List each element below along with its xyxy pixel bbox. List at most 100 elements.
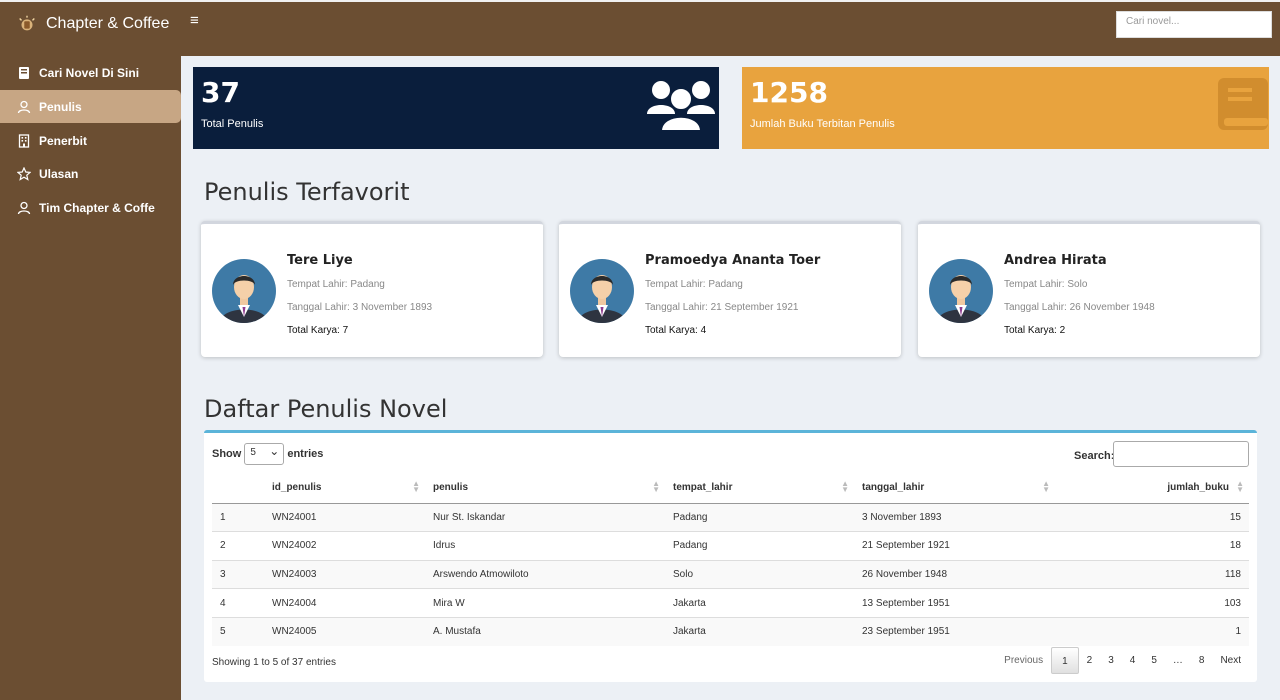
cell-id-penulis: WN24003 [264,559,425,589]
entries-label: entries [287,448,324,460]
cell-penulis: A. Mustafa [425,616,665,646]
author-card: Pramoedya Ananta Toer Tempat Lahir: Pada… [559,221,901,357]
cell-index: 5 [212,616,264,646]
building-icon [18,133,30,148]
page-length-value: 5 [250,447,256,458]
sort-icon: ▲ ▼ [1236,479,1244,494]
pagination-page-5[interactable]: 5 [1143,647,1165,674]
pagination-page-2[interactable]: 2 [1079,647,1101,674]
star-icon [17,166,31,181]
stat-value: 1258 [750,76,828,109]
cell-penulis: Nur St. Iskandar [425,502,665,532]
brand-name: Chapter & Coffee [46,15,170,32]
table-row: 1 WN24001 Nur St. Iskandar Padang 3 Nove… [212,502,1249,532]
column-header-id-penulis[interactable]: id_penulis ▲ ▼ [264,473,425,504]
author-name: Pramoedya Ananta Toer [645,253,821,268]
pagination-page-3[interactable]: 3 [1100,647,1122,674]
sort-icon: ▲ ▼ [841,479,849,494]
cell-tempat-lahir: Jakarta [665,588,854,618]
cell-jumlah-buku: 15 [1055,502,1249,532]
cell-tanggal-lahir: 21 September 1921 [854,531,1055,561]
pagination-previous[interactable]: Previous [996,647,1051,674]
stat-label: Jumlah Buku Terbitan Penulis [750,118,895,130]
cell-jumlah-buku: 118 [1055,559,1249,589]
cell-tanggal-lahir: 13 September 1951 [854,588,1055,618]
user-icon [17,100,31,113]
sidebar-item-penulis[interactable]: Penulis [0,90,181,123]
sort-icon: ▲ ▼ [1042,479,1050,494]
stat-value: 37 [201,76,240,109]
column-header-index[interactable] [212,473,264,504]
avatar [570,259,634,323]
table-row: 5 WN24005 A. Mustafa Jakarta 23 Septembe… [212,616,1249,646]
book-icon [1218,78,1268,130]
sidebar-item-label: Tim Chapter & Coffe [39,200,155,215]
author-name: Andrea Hirata [1004,253,1107,268]
cell-tempat-lahir: Padang [665,502,854,532]
table-search-label: Search: [1074,450,1115,462]
table-row: 2 WN24002 Idrus Padang 21 September 1921… [212,531,1249,561]
column-header-penulis[interactable]: penulis ▲ ▼ [425,473,665,504]
sidebar-item-cari-novel[interactable]: Cari Novel Di Sini [0,56,181,89]
sidebar-item-label: Penerbit [39,133,88,148]
author-birthdate: Tanggal Lahir: 21 September 1921 [645,302,799,313]
cell-tempat-lahir: Jakarta [665,616,854,646]
stat-label: Total Penulis [201,118,264,130]
author-name: Tere Liye [287,253,353,268]
author-birthplace: Tempat Lahir: Solo [1004,279,1088,290]
pagination-next[interactable]: Next [1212,647,1249,674]
sidebar-item-penerbit[interactable]: Penerbit [0,124,181,157]
cell-penulis: Idrus [425,531,665,561]
pagination-page-4[interactable]: 4 [1122,647,1144,674]
top-navbar: Chapter & Coffee ≡ Cari novel... [0,0,1280,56]
column-header-tanggal-lahir[interactable]: tanggal_lahir ▲ ▼ [854,473,1055,504]
cell-jumlah-buku: 18 [1055,531,1249,561]
table-row: 3 WN24003 Arswendo Atmowiloto Solo 26 No… [212,559,1249,589]
table-row: 4 WN24004 Mira W Jakarta 13 September 19… [212,588,1249,618]
avatar [212,259,276,323]
cell-penulis: Mira W [425,588,665,618]
column-header-tempat-lahir[interactable]: tempat_lahir ▲ ▼ [665,473,854,504]
sidebar-item-label: Ulasan [39,166,79,181]
author-birthdate: Tanggal Lahir: 26 November 1948 [1004,302,1155,313]
stat-box-jumlah-buku: 1258 Jumlah Buku Terbitan Penulis [742,67,1269,149]
sort-icon: ▲ ▼ [652,479,660,494]
coffee-logo-icon [19,15,35,31]
brand[interactable]: Chapter & Coffee [16,12,169,36]
sidebar-item-tim[interactable]: Tim Chapter & Coffe [0,191,181,224]
stat-box-total-penulis: 37 Total Penulis [193,67,719,149]
book-icon [19,66,29,79]
section-title-author-list: Daftar Penulis Novel [204,395,448,423]
author-card: Andrea Hirata Tempat Lahir: Solo Tanggal… [918,221,1260,357]
users-icon [647,81,715,132]
cell-id-penulis: WN24001 [264,502,425,532]
show-label: Show [212,448,242,460]
column-header-jumlah-buku[interactable]: jumlah_buku ▲ ▼ [1055,473,1249,504]
table-info: Showing 1 to 5 of 37 entries [212,657,336,668]
page-length-control: Show 5 entries [212,443,323,465]
cell-tempat-lahir: Solo [665,559,854,589]
cell-tanggal-lahir: 26 November 1948 [854,559,1055,589]
author-table: id_penulis ▲ ▼ penulis ▲ ▼ tempat_lahir ▲ ▼ ta… [212,473,1249,646]
user-icon [17,201,31,214]
pagination-ellipsis: … [1172,655,1183,666]
page-length-select[interactable]: 5 [244,443,285,465]
author-card: Tere Liye Tempat Lahir: Padang Tanggal L… [201,221,543,357]
cell-index: 3 [212,559,264,589]
search-input[interactable]: Cari novel... [1116,11,1272,38]
table-search-input[interactable] [1113,441,1249,467]
cell-index: 2 [212,531,264,561]
author-total-works: Total Karya: 2 [1004,325,1066,336]
cell-index: 1 [212,502,264,532]
pagination-page-8[interactable]: 8 [1191,647,1213,674]
author-total-works: Total Karya: 7 [287,325,349,336]
sort-icon: ▲ ▼ [412,479,420,494]
pagination-page-1[interactable]: 1 [1051,647,1079,674]
cell-tanggal-lahir: 3 November 1893 [854,502,1055,532]
section-title-favorites: Penulis Terfavorit [204,178,410,206]
sidebar-item-label: Penulis [39,99,82,114]
table-header-row: id_penulis ▲ ▼ penulis ▲ ▼ tempat_lahir ▲ ▼ ta… [212,473,1249,504]
sidebar-item-ulasan[interactable]: Ulasan [0,157,181,190]
cell-id-penulis: WN24002 [264,531,425,561]
menu-toggle-icon[interactable]: ≡ [190,12,199,29]
